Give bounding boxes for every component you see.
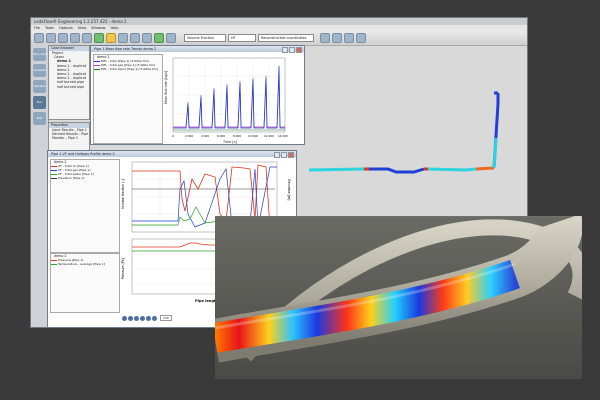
rewind-icon[interactable] [122, 315, 127, 321]
properties-panel: Properties Input Results - Pipe 1 Derive… [48, 122, 91, 152]
tool-icon[interactable] [344, 33, 354, 43]
copy-icon[interactable] [70, 33, 80, 43]
x-tick-label: 14 000 [278, 134, 288, 138]
mass-flow-plot-window[interactable]: Pipe 1 Mass flow rate Trends demo 2 demo… [90, 45, 305, 145]
unit-select[interactable]: HF [228, 34, 256, 42]
x-tick-label: 12 000 [264, 134, 274, 138]
paste-icon[interactable] [82, 33, 92, 43]
nav-run[interactable]: Run [33, 96, 46, 109]
menu-options[interactable]: Options [59, 26, 73, 30]
mass-flow-legend-panel: demo 2 MFL - total [Pipe 1] (5.000e 0m) … [93, 54, 163, 144]
main-toolbar: Volume Fraction HF Reconstructed coordin… [31, 31, 527, 46]
save-icon[interactable] [58, 33, 68, 43]
window-titlebar: LedaFlow® Engineering 1.2.257.425 - demo… [31, 18, 527, 25]
x-tick-label: 8 000 [233, 134, 241, 138]
zoom-icon[interactable] [142, 33, 152, 43]
nav-variables[interactable]: Variables [33, 64, 47, 77]
menu-file[interactable]: File [34, 26, 40, 30]
profile-legend: VF - total oil [Pipe 1] VF - total gas [… [51, 164, 119, 180]
profile-legend-panel: demo 2 VF - total oil [Pipe 1] VF - tota… [50, 159, 120, 253]
playback-controls: 100 [122, 315, 172, 321]
x-tick-label: 0 [172, 134, 174, 138]
legend-item[interactable]: Elevation [Pipe 1] [51, 176, 119, 180]
settings-icon[interactable] [166, 33, 176, 43]
mass-flow-plot-title: Pipe 1 Mass flow rate Trends demo 2 [94, 47, 157, 51]
nav-structure[interactable]: Structure [33, 48, 47, 61]
playback-value[interactable]: 100 [160, 315, 172, 321]
minimize-icon[interactable] [282, 47, 288, 53]
open-icon[interactable] [46, 33, 56, 43]
mass-flow-legend: MFL - total [Pipe 1] (5.000e 0m) MFL - t… [94, 59, 162, 71]
property-item[interactable]: Monitor - Pipe 1 [49, 136, 89, 140]
profile-legend-panel-2: demo 2 Pressure [Pipe 1] Temperature - a… [50, 253, 120, 313]
maximize-icon[interactable] [289, 47, 295, 53]
camera-icon[interactable] [356, 33, 366, 43]
legend-item[interactable]: MFL - total liquid [Pipe 1] (5.000e 0m) [94, 67, 162, 71]
x-tick-label: 6 000 [217, 134, 225, 138]
mass-flow-xlabel: Time [s] [222, 140, 237, 144]
minimize-icon[interactable] [274, 152, 280, 158]
grid-icon[interactable] [320, 33, 330, 43]
menu-view[interactable]: View [78, 26, 87, 30]
nav-plot[interactable]: Plot [33, 112, 46, 125]
play-icon[interactable] [134, 315, 139, 321]
profile-ylabel-right: Elevation [m] [287, 179, 291, 200]
close-icon[interactable] [288, 152, 294, 158]
case-browser-panel: Case Browser Project Cases demo 2 demo 2… [48, 45, 90, 120]
axes-icon[interactable] [332, 33, 342, 43]
pipeline-3d-view[interactable] [306, 68, 506, 188]
mass-flow-chart[interactable]: Mass flow rate [kg/s] Time [s] 0 2 000 4… [163, 54, 303, 144]
x-tick-label: 2 000 [185, 134, 193, 138]
step-icon[interactable] [130, 33, 140, 43]
tree-item[interactable]: half burned pipe [49, 85, 89, 89]
x-tick-label: 10 000 [248, 134, 258, 138]
step-forward-icon[interactable] [140, 315, 145, 321]
case-tree: Project Cases demo 2 demo 2 - duplicat d… [49, 51, 89, 89]
mass-flow-plot-titlebar: Pipe 1 Mass flow rate Trends demo 2 [91, 46, 304, 53]
variable-select[interactable]: Volume Fraction [184, 34, 226, 42]
fast-forward-icon[interactable] [146, 315, 151, 321]
pause-icon[interactable] [106, 33, 116, 43]
profile-plot-title: Pipe 1 VF and Holdups Profile demo 2 [51, 152, 115, 156]
menu-tools[interactable]: Tools [45, 26, 54, 30]
coordinates-select[interactable]: Reconstructed coordinates [258, 34, 314, 42]
maximize-icon[interactable] [281, 152, 287, 158]
plot-icon[interactable] [154, 33, 164, 43]
legend-item[interactable]: Temperature - average [Pipe 1] [51, 262, 119, 266]
profile-plot-titlebar: Pipe 1 VF and Holdups Profile demo 2 [48, 151, 296, 158]
stop-icon[interactable] [152, 315, 157, 321]
mass-flow-ylabel: Mass flow rate [kg/s] [164, 71, 168, 104]
close-icon[interactable] [296, 47, 302, 53]
x-tick-label: 4 000 [201, 134, 209, 138]
nav-validate[interactable]: Validate [33, 80, 46, 93]
run-icon[interactable] [94, 33, 104, 43]
window-title: LedaFlow® Engineering 1.2.257.425 - demo… [34, 19, 127, 24]
menu-help[interactable]: Help [110, 26, 118, 30]
profile-ylabel: Volume fraction [-] [121, 179, 125, 209]
pressure-ylabel: Pressure [Pa] [121, 258, 125, 279]
pipe-3d-render [215, 216, 582, 379]
stop-icon[interactable] [118, 33, 128, 43]
new-icon[interactable] [34, 33, 44, 43]
step-back-icon[interactable] [128, 315, 133, 321]
properties-list: Input Results - Pipe 1 Derived Results -… [49, 128, 91, 141]
menu-window[interactable]: Window [91, 26, 105, 30]
